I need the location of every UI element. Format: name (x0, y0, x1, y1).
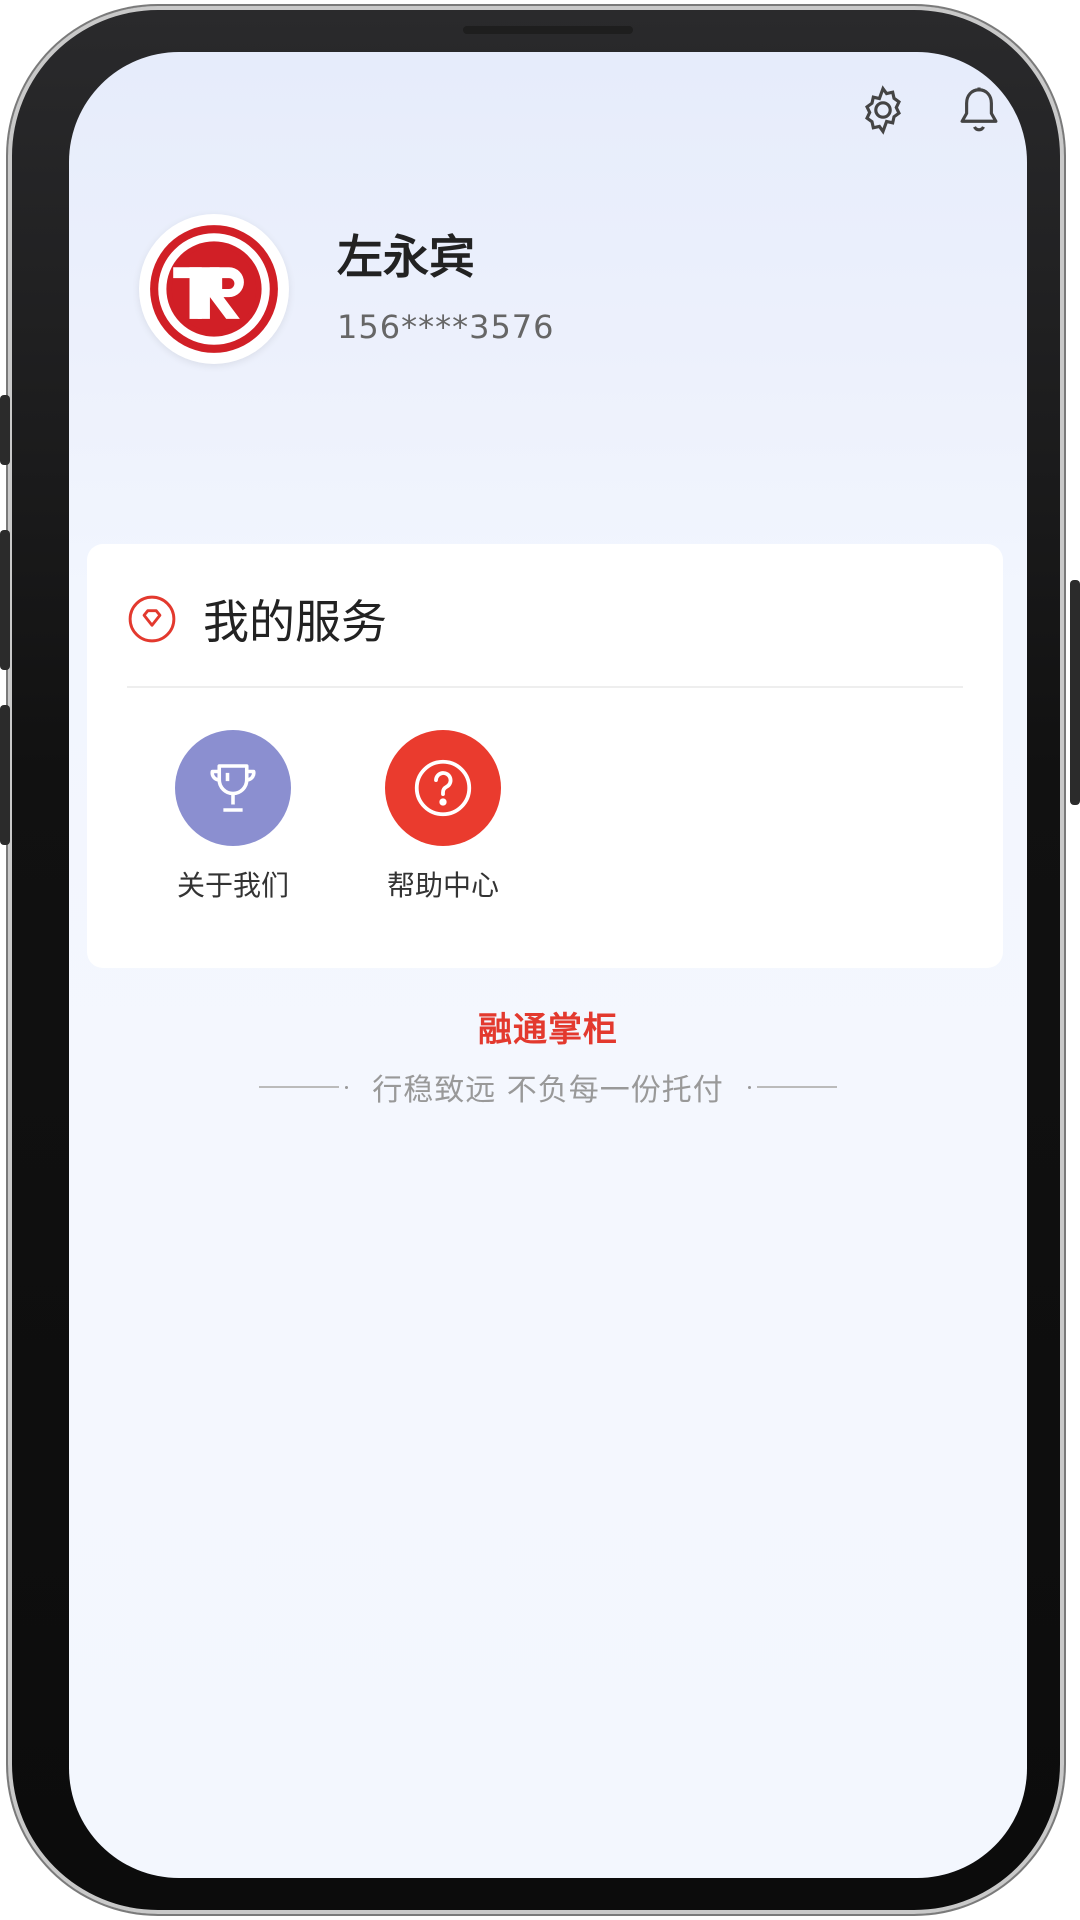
help-center-label: 帮助中心 (386, 869, 499, 902)
avatar[interactable] (139, 214, 289, 364)
question-icon (414, 759, 472, 817)
top-icons (855, 82, 1007, 138)
slogan: 行稳致远 不负每一份托付 (372, 1073, 724, 1108)
mute-switch (0, 395, 10, 465)
phone-frame: 左永宾 156****3576 我的服务 关于我们 帮助中心 融通掌柜 行稳致远… (8, 6, 1064, 1914)
volume-down-button (0, 705, 10, 845)
service-about-us[interactable]: 关于我们 (153, 730, 313, 904)
brand-footer: 融通掌柜 行稳致远 不负每一份托付 (69, 1002, 1027, 1109)
help-center-icon-circle (385, 730, 501, 846)
slogan-line-left (259, 1086, 340, 1088)
user-name: 左永宾 (337, 229, 475, 284)
diamond-badge-icon (128, 595, 176, 643)
profile-info: 左永宾 156****3576 (337, 232, 555, 347)
screen: 左永宾 156****3576 我的服务 关于我们 帮助中心 融通掌柜 行稳致远… (69, 52, 1027, 1878)
slogan-row: 行稳致远 不负每一份托付 (69, 1065, 1027, 1109)
slogan-line-right (756, 1086, 837, 1088)
user-phone: 156****3576 (337, 308, 555, 347)
gear-icon (865, 85, 901, 135)
slogan-dot-right (747, 1085, 751, 1089)
about-us-icon-circle (175, 730, 291, 846)
services-card: 我的服务 关于我们 帮助中心 (87, 544, 1003, 968)
service-help-center[interactable]: 帮助中心 (363, 730, 523, 904)
brand-name: 融通掌柜 (478, 1010, 618, 1050)
speaker (463, 26, 633, 34)
trophy-icon (210, 764, 256, 812)
power-button (1070, 580, 1080, 805)
divider (127, 686, 963, 688)
about-us-label: 关于我们 (176, 869, 289, 902)
services-header: 我的服务 (127, 586, 387, 652)
services-title: 我的服务 (203, 595, 387, 649)
brand-logo-icon (150, 225, 278, 353)
volume-up-button (0, 530, 10, 670)
notifications-button[interactable] (951, 82, 1007, 138)
profile-section: 左永宾 156****3576 (139, 214, 555, 364)
bell-icon (960, 87, 998, 132)
slogan-dot-left (345, 1085, 349, 1089)
settings-button[interactable] (855, 82, 911, 138)
